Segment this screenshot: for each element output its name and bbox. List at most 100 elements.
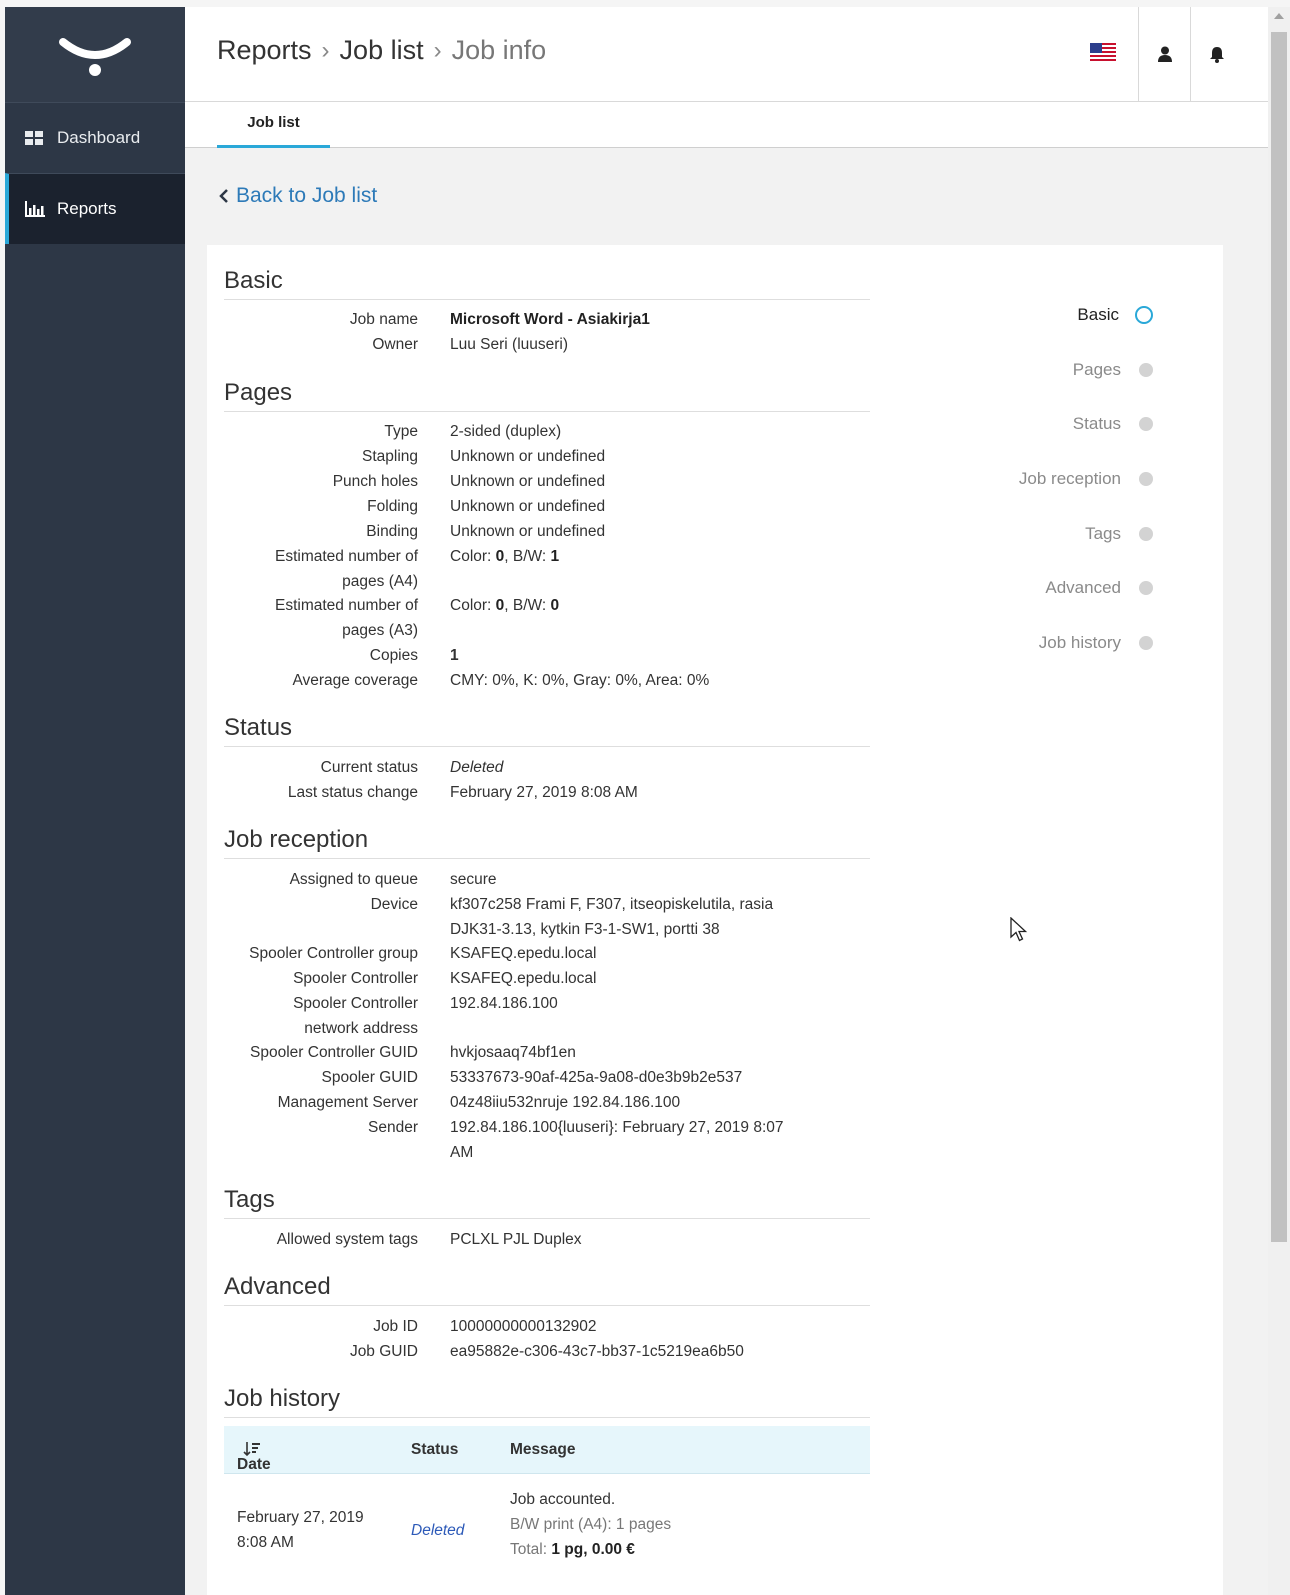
scrollbar-thumb[interactable] xyxy=(1271,32,1287,1242)
value-line: kf307c258 Frami F, F307, itseopiskelutil… xyxy=(450,896,774,913)
job-name-value: Microsoft Word - Asiakirja1 xyxy=(450,311,650,328)
sidebar-item-label: Reports xyxy=(57,199,117,218)
section-title-job-reception: Job reception xyxy=(224,826,870,859)
field-value: KSAFEQ.epedu.local xyxy=(450,945,597,962)
logo-smile-icon xyxy=(59,37,131,76)
back-to-job-list-link[interactable]: Back to Job list xyxy=(218,184,377,208)
field-value: Color: 0, B/W: 1 xyxy=(450,544,810,569)
total-label: Total: xyxy=(510,1541,552,1558)
column-status[interactable]: Status xyxy=(411,1441,458,1459)
field-value: 53337673-90af-425a-9a08-d0e3b9b2e537 xyxy=(450,1069,743,1086)
field-device: Device kf307c258 Frami F, F307, itseopis… xyxy=(207,892,907,942)
section-title-status: Status xyxy=(224,714,870,747)
value-line: 192.84.186.100{luuseri}: February 27, 20… xyxy=(450,1119,784,1136)
value-part: , B/W: xyxy=(504,597,551,614)
sidebar: Dashboard Reports xyxy=(5,7,185,1595)
sidebar-item-dashboard[interactable]: Dashboard xyxy=(5,102,185,173)
field-value: Unknown or undefined xyxy=(450,498,606,515)
language-button[interactable] xyxy=(1090,43,1116,66)
field-label: Spooler Controller group xyxy=(249,945,418,962)
field-estimated-a3: Estimated number of pages (A3) Color: 0, … xyxy=(207,593,907,643)
field-value: 10000000000132902 xyxy=(450,1318,597,1335)
sort-descending-icon xyxy=(243,1442,260,1457)
right-nav-basic[interactable]: Basic xyxy=(1077,305,1153,325)
color-count: 0 xyxy=(495,548,505,565)
main-content: Back to Job list Basic Job name Microsof… xyxy=(185,148,1268,1595)
field-sender: Sender 192.84.186.100{luuseri}: February… xyxy=(207,1115,907,1165)
sidebar-item-label: Dashboard xyxy=(57,128,141,147)
right-nav-pages[interactable]: Pages xyxy=(1073,360,1153,380)
dot-icon xyxy=(1139,363,1153,377)
label-line: Estimated number of xyxy=(274,548,418,565)
chevron-right-icon: › xyxy=(433,36,442,64)
field-label: Punch holes xyxy=(332,473,418,490)
user-button[interactable] xyxy=(1138,7,1190,101)
field-value: 04z48iiu532nruje 192.84.186.100 xyxy=(450,1094,681,1111)
field-label: Folding xyxy=(367,498,418,515)
message-line: B/W print (A4): 1 pages xyxy=(510,1516,672,1533)
column-date-label: Date xyxy=(237,1456,271,1473)
history-date: February 27, 2019 8:08 AM xyxy=(237,1505,364,1555)
right-nav-label: Job history xyxy=(1038,633,1121,652)
owner-value: Luu Seri (luuseri) xyxy=(450,336,569,353)
right-nav-label: Status xyxy=(1072,414,1121,433)
field-value: 2-sided (duplex) xyxy=(450,423,562,440)
field-label: Device xyxy=(370,896,418,913)
label-line: Spooler Controller xyxy=(293,995,418,1012)
right-nav-advanced[interactable]: Advanced xyxy=(1045,578,1153,598)
chevron-left-icon xyxy=(219,189,228,203)
field-value: CMY: 0%, K: 0%, Gray: 0%, Area: 0% xyxy=(450,672,710,689)
job-info-card: Basic Job name Microsoft Word - Asiakirj… xyxy=(207,245,1223,1595)
dot-icon xyxy=(1139,527,1153,541)
field-label: Spooler Controller xyxy=(293,970,418,987)
field-label: Allowed system tags xyxy=(276,1231,418,1248)
right-nav-status[interactable]: Status xyxy=(1073,414,1153,434)
field-value: Color: 0, B/W: 0 xyxy=(450,593,810,618)
field-value: hvkjosaaq74bf1en xyxy=(450,1044,576,1061)
field-label: Spooler Controller network address xyxy=(207,991,418,1041)
bell-icon xyxy=(1209,46,1224,63)
field-label: Binding xyxy=(366,523,418,540)
right-nav-job-history[interactable]: Job history xyxy=(1039,633,1153,653)
bw-count: 0 xyxy=(550,597,560,614)
breadcrumb-job-list[interactable]: Job list xyxy=(340,35,424,66)
breadcrumb-reports[interactable]: Reports xyxy=(217,35,312,66)
field-label: Estimated number of pages (A4) xyxy=(207,544,418,594)
column-message[interactable]: Message xyxy=(510,1441,575,1459)
field-label: Owner xyxy=(372,336,418,353)
vertical-scrollbar[interactable] xyxy=(1268,7,1290,1595)
field-value: 192.84.186.100{luuseri}: February 27, 20… xyxy=(450,1115,850,1165)
back-link-label: Back to Job list xyxy=(236,184,378,207)
field-label: Current status xyxy=(320,759,418,776)
label-line: network address xyxy=(304,1020,418,1037)
field-value: Unknown or undefined xyxy=(450,473,606,490)
right-nav-label: Job reception xyxy=(1018,469,1121,488)
app-logo[interactable] xyxy=(5,7,185,102)
sidebar-item-reports[interactable]: Reports xyxy=(5,173,185,244)
field-label: Average coverage xyxy=(292,672,418,689)
user-icon xyxy=(1157,46,1172,62)
value-part: Color: xyxy=(450,548,496,565)
status-value: Deleted xyxy=(450,759,504,776)
column-date[interactable]: Date xyxy=(237,1441,271,1473)
tab-job-list[interactable]: Job list xyxy=(217,102,330,148)
field-value: February 27, 2019 8:08 AM xyxy=(450,784,638,801)
label-line: Estimated number of xyxy=(274,597,418,614)
notifications-button[interactable] xyxy=(1190,7,1242,101)
value-part: , B/W: xyxy=(504,548,551,565)
scroll-up-arrow-icon[interactable] xyxy=(1274,13,1284,19)
dot-icon xyxy=(1139,472,1153,486)
field-label: Sender xyxy=(368,1119,418,1136)
field-value: kf307c258 Frami F, F307, itseopiskelutil… xyxy=(450,892,850,942)
field-value: 1 xyxy=(450,647,459,664)
field-label: Type xyxy=(384,423,418,440)
section-title-pages: Pages xyxy=(224,379,870,412)
tabs-bar: Job list xyxy=(185,102,1268,148)
dot-icon xyxy=(1139,417,1153,431)
chevron-right-icon: › xyxy=(321,36,330,64)
dot-icon xyxy=(1139,636,1153,650)
right-nav-job-reception[interactable]: Job reception xyxy=(1019,469,1153,489)
field-value: 192.84.186.100 xyxy=(450,995,558,1012)
right-nav-tags[interactable]: Tags xyxy=(1085,524,1153,544)
field-label: Spooler Controller GUID xyxy=(250,1044,418,1061)
